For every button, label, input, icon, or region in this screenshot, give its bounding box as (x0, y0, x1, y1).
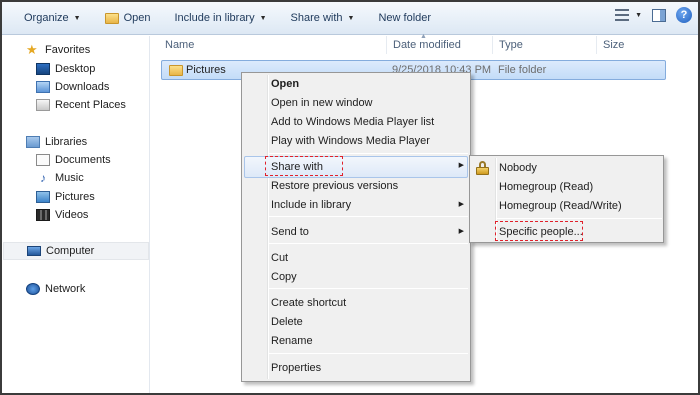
navigation-pane: ★ Favorites Desktop Downloads Recent Pla… (2, 36, 150, 393)
nav-label: Recent Places (55, 99, 126, 111)
music-icon: ♪ (40, 171, 46, 185)
column-label: Name (165, 39, 195, 51)
menu-item-open-new-window[interactable]: Open in new window (271, 94, 373, 112)
videos-icon (36, 209, 50, 221)
documents-icon (36, 154, 50, 166)
nav-label: Music (55, 172, 84, 184)
submenu-item-nobody[interactable]: Nobody (499, 159, 537, 177)
column-header-type[interactable]: Type (495, 36, 597, 54)
organize-label: Organize (24, 12, 69, 24)
nav-network[interactable]: Network (26, 280, 85, 298)
open-button[interactable]: Open (97, 7, 159, 29)
nav-label: Downloads (55, 81, 110, 93)
folder-icon (104, 12, 119, 24)
share-with-label: Share with (290, 12, 343, 24)
nav-label: Network (45, 283, 86, 295)
menu-item-delete[interactable]: Delete (271, 313, 303, 331)
file-name: Pictures (186, 64, 226, 76)
context-menu: Open Open in new window Add to Windows M… (241, 72, 471, 382)
nav-pictures[interactable]: Pictures (36, 188, 95, 206)
submenu-arrow-icon: ▶ (458, 201, 464, 208)
network-icon (26, 283, 40, 295)
nav-favorites[interactable]: ★ Favorites (26, 41, 90, 59)
nav-music[interactable]: ♪ Music (36, 169, 84, 187)
menu-item-send-to[interactable]: Send to (271, 223, 309, 241)
nav-computer[interactable]: Computer (3, 242, 149, 260)
column-label: Size (603, 39, 625, 51)
share-with-button[interactable]: Share with ▼ (283, 7, 363, 29)
include-in-library-label: Include in library (174, 12, 255, 24)
share-with-submenu: Nobody Homegroup (Read) Homegroup (Read/… (469, 155, 664, 243)
submenu-item-homegroup-read-write[interactable]: Homegroup (Read/Write) (499, 197, 622, 215)
lock-icon (476, 161, 489, 175)
command-bar: Organize ▼ Open Include in library ▼ Sha… (2, 2, 698, 35)
menu-item-copy[interactable]: Copy (271, 268, 297, 286)
menu-item-properties[interactable]: Properties (271, 359, 321, 377)
chevron-down-icon: ▼ (259, 14, 267, 22)
folder-icon (169, 65, 183, 76)
submenu-item-specific-people[interactable]: Specific people... (499, 223, 583, 241)
menu-item-include-in-library[interactable]: Include in library (271, 196, 351, 214)
change-view-button[interactable]: ▼ (615, 9, 642, 21)
nav-label: Favorites (45, 44, 91, 56)
menu-separator (497, 218, 662, 219)
submenu-arrow-icon: ▶ (458, 162, 464, 169)
new-folder-label: New folder (378, 12, 432, 24)
menu-item-play-wmp[interactable]: Play with Windows Media Player (271, 132, 430, 150)
desktop-icon (36, 63, 50, 75)
nav-label: Desktop (55, 63, 96, 75)
star-icon: ★ (26, 42, 38, 57)
preview-pane-icon[interactable] (652, 8, 666, 22)
column-header-size[interactable]: Size (599, 36, 669, 54)
file-type: File folder (498, 64, 547, 76)
menu-item-open[interactable]: Open (271, 75, 299, 93)
pictures-icon (36, 191, 50, 203)
menu-item-cut[interactable]: Cut (271, 249, 288, 267)
chevron-down-icon: ▼ (73, 14, 81, 22)
include-in-library-button[interactable]: Include in library ▼ (167, 7, 275, 29)
downloads-icon (36, 81, 50, 93)
menu-item-restore-previous[interactable]: Restore previous versions (271, 177, 398, 195)
nav-label: Libraries (45, 136, 88, 148)
libraries-icon (26, 136, 40, 148)
organize-button[interactable]: Organize ▼ (16, 7, 89, 29)
menu-separator (269, 288, 468, 289)
column-label: Type (499, 39, 523, 51)
menu-item-rename[interactable]: Rename (271, 332, 313, 350)
column-header-name[interactable]: Name (161, 36, 387, 54)
view-details-icon (615, 9, 630, 21)
chevron-down-icon: ▼ (347, 14, 355, 22)
nav-documents[interactable]: Documents (36, 151, 111, 169)
toolbar-right-group: ▼ ? (615, 7, 692, 23)
explorer-window: Organize ▼ Open Include in library ▼ Sha… (0, 0, 700, 395)
nav-recent-places[interactable]: Recent Places (36, 96, 126, 114)
column-label: Date modified (393, 39, 461, 51)
menu-separator (269, 353, 468, 354)
menu-separator (269, 153, 468, 154)
computer-icon (27, 246, 41, 256)
chevron-down-icon: ▼ (635, 11, 642, 19)
nav-libraries[interactable]: Libraries (26, 133, 87, 151)
nav-downloads[interactable]: Downloads (36, 78, 109, 96)
nav-desktop[interactable]: Desktop (36, 60, 95, 78)
menu-item-share-with[interactable]: Share with (271, 158, 323, 176)
menu-separator (269, 216, 468, 217)
open-label: Open (123, 12, 151, 24)
menu-separator (269, 243, 468, 244)
recent-places-icon (36, 99, 50, 111)
nav-label: Documents (55, 154, 111, 166)
submenu-item-homegroup-read[interactable]: Homegroup (Read) (499, 178, 593, 196)
menu-item-create-shortcut[interactable]: Create shortcut (271, 294, 346, 312)
column-header-date-modified[interactable]: Date modified (389, 36, 493, 54)
nav-label: Computer (46, 245, 95, 257)
menu-item-add-wmp-list[interactable]: Add to Windows Media Player list (271, 113, 434, 131)
nav-videos[interactable]: Videos (36, 206, 88, 224)
nav-label: Videos (55, 209, 89, 221)
nav-label: Pictures (55, 191, 95, 203)
new-folder-button[interactable]: New folder (370, 7, 439, 29)
help-icon[interactable]: ? (676, 7, 692, 23)
submenu-arrow-icon: ▶ (458, 228, 464, 235)
